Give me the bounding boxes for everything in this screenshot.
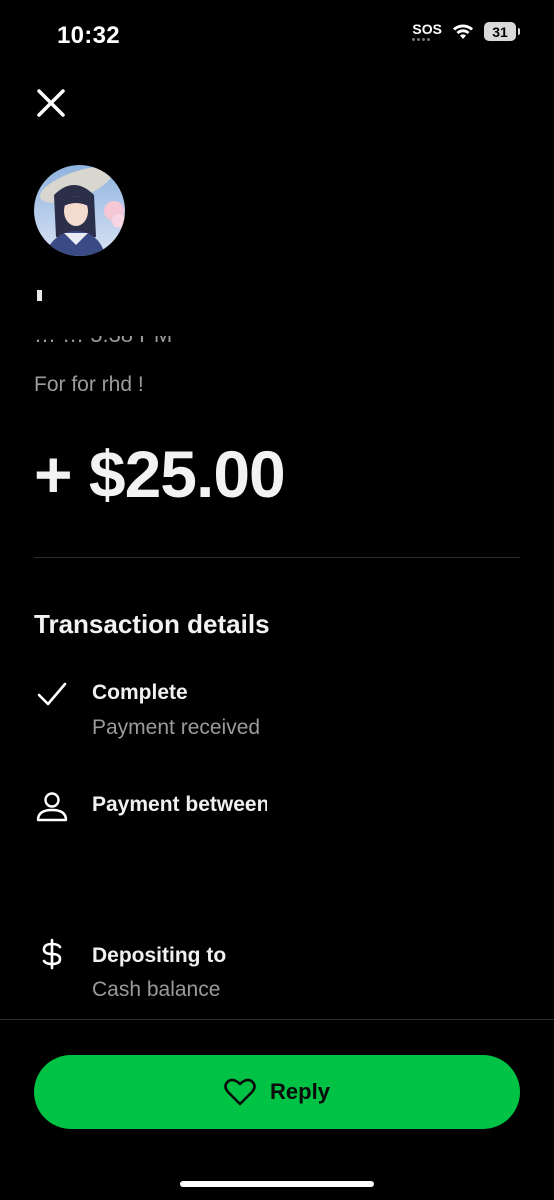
status-indicators: SOS 31 — [412, 22, 520, 41]
checkmark-icon — [37, 682, 67, 706]
sender-name-fragment — [37, 290, 42, 301]
transaction-date: … … 5:38 PM — [34, 336, 234, 364]
payment-amount: + $25.00 — [34, 437, 286, 511]
status-time: 10:32 — [57, 22, 120, 49]
sos-indicator: SOS — [412, 22, 442, 41]
payment-between[interactable]: Payment between — [92, 793, 267, 817]
dollar-icon — [42, 938, 62, 970]
status-title: Complete — [92, 681, 188, 704]
avatar — [34, 165, 125, 256]
status-subtitle: Payment received — [92, 716, 261, 739]
home-indicator[interactable] — [180, 1181, 374, 1187]
person-icon — [36, 792, 68, 822]
close-icon[interactable] — [34, 86, 68, 120]
wifi-icon — [453, 24, 473, 39]
reply-button[interactable]: Reply — [34, 1055, 520, 1129]
reply-label: Reply — [270, 1079, 330, 1104]
footer-divider — [0, 1019, 554, 1020]
payment-note: For for rhd ! — [34, 373, 144, 396]
depositing-subtitle: Cash balance — [92, 978, 221, 1001]
divider — [34, 557, 520, 558]
heart-icon — [224, 1078, 256, 1106]
section-title: Transaction details — [34, 609, 270, 639]
battery-icon: 31 — [484, 22, 520, 41]
depositing-title: Depositing to — [92, 944, 227, 967]
